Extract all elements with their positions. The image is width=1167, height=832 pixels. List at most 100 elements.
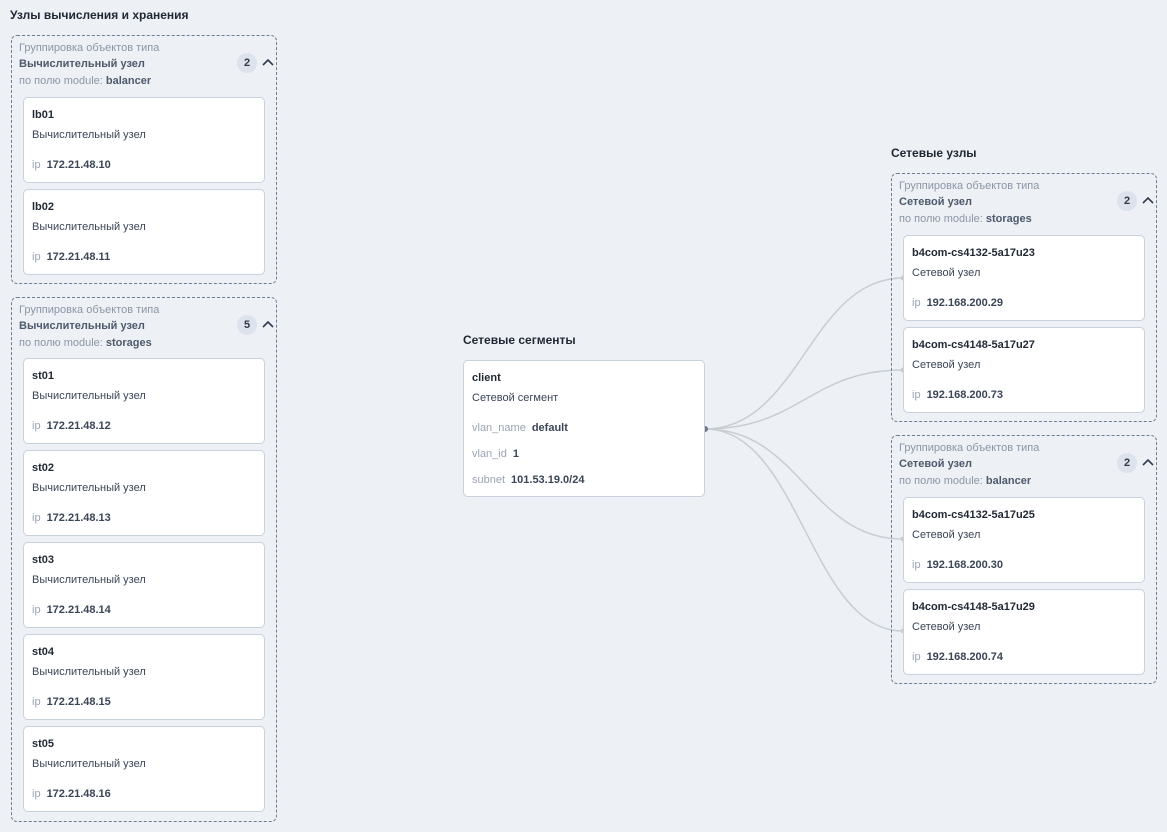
group-count-badge: 2 <box>1117 453 1137 473</box>
node-card-st01[interactable]: st01 Вычислительный узел ip 172.21.48.12 <box>23 358 265 444</box>
prop-key: vlan_name <box>472 422 526 434</box>
node-type: Вычислительный узел <box>32 666 146 678</box>
node-card-b4com-cs4132-5a17u25[interactable]: b4com-cs4132-5a17u25 Сетевой узел ip 192.… <box>903 497 1145 583</box>
group-header[interactable]: Группировка объектов типа Вычислительный… <box>19 303 269 351</box>
node-name: b4com-cs4132-5a17u23 <box>912 247 1035 259</box>
node-type: Вычислительный узел <box>32 758 146 770</box>
chevron-up-icon[interactable] <box>1141 456 1155 470</box>
group-type: Сетевой узел <box>899 196 972 208</box>
group-count-badge: 5 <box>237 315 257 335</box>
node-name: st05 <box>32 738 55 750</box>
node-type: Сетевой узел <box>912 529 981 541</box>
node-prop-ip: ip 172.21.48.11 <box>32 251 110 263</box>
node-card-b4com-cs4148-5a17u27[interactable]: b4com-cs4148-5a17u27 Сетевой узел ip 192.… <box>903 327 1145 413</box>
group-field-value: balancer <box>985 475 1032 487</box>
node-name: b4com-cs4148-5a17u29 <box>912 601 1035 613</box>
edge-client-u25 <box>704 428 904 540</box>
compute-section-title: Узлы вычисления и хранения <box>10 8 189 22</box>
group-count-badge: 2 <box>237 53 257 73</box>
node-type: Вычислительный узел <box>32 482 146 494</box>
node-prop-ip: ip 192.168.200.74 <box>912 651 1003 663</box>
node-prop-ip: ip 192.168.200.30 <box>912 559 1003 571</box>
segment-card-client[interactable]: client Сетевой сегмент vlan_name default … <box>463 360 705 497</box>
node-name: b4com-cs4132-5a17u25 <box>912 509 1035 521</box>
prop-value: 192.168.200.29 <box>926 297 1004 309</box>
node-name: st03 <box>32 554 55 566</box>
group-type: Вычислительный узел <box>19 58 145 70</box>
prop-key: vlan_id <box>472 448 507 460</box>
node-card-st05[interactable]: st05 Вычислительный узел ip 172.21.48.16 <box>23 726 265 812</box>
group-type: Сетевой узел <box>899 458 972 470</box>
node-name: st01 <box>32 370 55 382</box>
group-network-balancer: Группировка объектов типа Сетевой узел п… <box>891 435 1157 684</box>
group-field-prefix: по полю module: <box>899 475 983 487</box>
prop-key: ip <box>912 651 921 663</box>
prop-value: 192.168.200.30 <box>926 559 1004 571</box>
group-header[interactable]: Группировка объектов типа Сетевой узел п… <box>899 441 1149 489</box>
node-name: lb01 <box>32 109 55 121</box>
prop-value: 172.21.48.12 <box>46 420 111 432</box>
prop-key: ip <box>32 788 41 800</box>
chevron-up-icon[interactable] <box>261 56 275 70</box>
prop-value: 172.21.48.15 <box>46 696 111 708</box>
group-caption: Группировка объектов типа <box>19 304 160 316</box>
node-card-st02[interactable]: st02 Вычислительный узел ip 172.21.48.13 <box>23 450 265 536</box>
prop-key: ip <box>32 420 41 432</box>
node-name: st04 <box>32 646 55 658</box>
node-card-b4com-cs4132-5a17u23[interactable]: b4com-cs4132-5a17u23 Сетевой узел ip 192.… <box>903 235 1145 321</box>
node-type: Сетевой узел <box>912 267 981 279</box>
prop-value: 172.21.48.10 <box>46 159 111 171</box>
chevron-up-icon[interactable] <box>1141 194 1155 208</box>
node-type: Вычислительный узел <box>32 221 146 233</box>
segment-type: Сетевой сегмент <box>472 392 559 404</box>
node-name: lb02 <box>32 201 55 213</box>
group-field: по полю module: balancer <box>19 73 269 89</box>
group-field-value: balancer <box>105 75 152 87</box>
node-card-lb01[interactable]: lb01 Вычислительный узел ip 172.21.48.10 <box>23 97 265 183</box>
prop-value: 192.168.200.74 <box>926 651 1004 663</box>
group-count-badge: 2 <box>1117 191 1137 211</box>
node-card-lb02[interactable]: lb02 Вычислительный узел ip 172.21.48.11 <box>23 189 265 275</box>
group-field: по полю module: storages <box>19 335 269 351</box>
prop-value: 172.21.48.16 <box>46 788 111 800</box>
node-card-st04[interactable]: st04 Вычислительный узел ip 172.21.48.15 <box>23 634 265 720</box>
node-prop-ip: ip 172.21.48.10 <box>32 159 111 171</box>
prop-key: subnet <box>472 474 506 486</box>
prop-value: default <box>531 422 568 434</box>
node-type: Вычислительный узел <box>32 574 146 586</box>
node-prop-ip: ip 172.21.48.13 <box>32 512 111 524</box>
group-caption: Группировка объектов типа <box>19 42 160 54</box>
prop-key: ip <box>32 696 41 708</box>
node-prop-ip: ip 172.21.48.16 <box>32 788 111 800</box>
node-card-b4com-cs4148-5a17u29[interactable]: b4com-cs4148-5a17u29 Сетевой узел ip 192.… <box>903 589 1145 675</box>
node-type: Сетевой узел <box>912 359 981 371</box>
prop-key: ip <box>912 297 921 309</box>
group-field-prefix: по полю module: <box>899 213 983 225</box>
node-prop-ip: ip 172.21.48.14 <box>32 604 111 616</box>
group-field-value: storages <box>105 337 152 349</box>
group-field: по полю module: balancer <box>899 473 1149 489</box>
chevron-up-icon[interactable] <box>261 318 275 332</box>
group-type: Вычислительный узел <box>19 320 145 332</box>
edge-client-u27 <box>704 369 904 430</box>
node-type: Вычислительный узел <box>32 390 146 402</box>
node-prop-ip: ip 192.168.200.73 <box>912 389 1003 401</box>
node-prop-ip: ip 172.21.48.12 <box>32 420 111 432</box>
group-caption: Группировка объектов типа <box>899 442 1040 454</box>
prop-value: 101.53.19.0/24 <box>511 474 585 486</box>
group-header[interactable]: Группировка объектов типа Сетевой узел п… <box>899 179 1149 227</box>
node-prop-ip: ip 172.21.48.15 <box>32 696 111 708</box>
network-section-title: Сетевые узлы <box>891 146 977 160</box>
node-card-st03[interactable]: st03 Вычислительный узел ip 172.21.48.14 <box>23 542 265 628</box>
segments-section-title: Сетевые сегменты <box>463 333 576 347</box>
prop-value: 172.21.48.14 <box>46 604 111 616</box>
group-header[interactable]: Группировка объектов типа Вычислительный… <box>19 41 269 89</box>
node-type: Сетевой узел <box>912 621 981 633</box>
group-field-value: storages <box>985 213 1032 225</box>
prop-key: ip <box>32 251 41 263</box>
group-caption: Группировка объектов типа <box>899 180 1040 192</box>
segment-prop-vlan-name: vlan_name default <box>472 422 568 434</box>
prop-value: 172.21.48.13 <box>46 512 111 524</box>
node-name: b4com-cs4148-5a17u27 <box>912 339 1035 351</box>
node-name: st02 <box>32 462 55 474</box>
